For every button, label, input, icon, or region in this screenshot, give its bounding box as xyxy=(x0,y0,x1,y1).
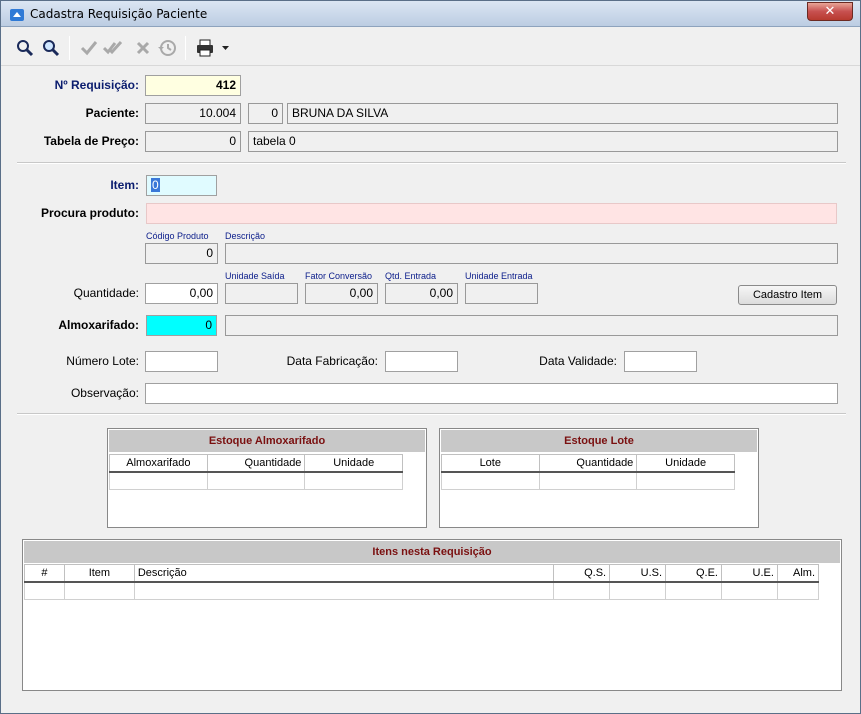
column-header[interactable]: Quantidade xyxy=(206,454,306,473)
window-title: Cadastra Requisição Paciente xyxy=(30,7,208,21)
itens-requisicao-grid[interactable]: # Item Descrição Q.S. U.S. Q.E. U.E. Alm… xyxy=(24,564,820,600)
codigo-caption: Código Produto xyxy=(146,231,209,241)
observacao-field[interactable] xyxy=(145,383,838,404)
tabela-code-field[interactable]: 0 xyxy=(145,131,241,152)
dropdown-icon[interactable] xyxy=(219,38,239,58)
qtd-entrada-caption: Qtd. Entrada xyxy=(385,271,437,281)
toolbar xyxy=(1,28,860,66)
itens-requisicao-panel: Itens nesta Requisição # Item Descrição … xyxy=(22,539,842,691)
column-header[interactable]: Quantidade xyxy=(538,454,638,473)
paciente-code-field[interactable]: 10.004 xyxy=(145,103,241,124)
almoxarifado-name-field[interactable] xyxy=(225,315,838,336)
requisicao-field[interactable]: 412 xyxy=(145,75,241,96)
divider xyxy=(17,413,846,415)
procura-field[interactable] xyxy=(146,203,837,224)
paciente-label: Paciente: xyxy=(85,106,139,120)
printer-icon[interactable] xyxy=(195,38,215,58)
column-header[interactable]: Lote xyxy=(441,454,540,473)
cancel-icon[interactable] xyxy=(133,38,153,58)
item-value: 0 xyxy=(151,178,160,192)
item-field[interactable]: 0 xyxy=(146,175,217,196)
paciente-name-field[interactable]: BRUNA DA SILVA xyxy=(287,103,838,124)
unidade-entrada-caption: Unidade Entrada xyxy=(465,271,533,281)
lote-field[interactable] xyxy=(145,351,218,372)
column-header[interactable]: Unidade xyxy=(304,454,403,473)
column-header[interactable]: Item xyxy=(63,564,135,583)
column-header[interactable]: Q.E. xyxy=(665,564,722,583)
table-row[interactable] xyxy=(441,471,735,490)
main-window: Cadastra Requisição Paciente ✕ Nº Requis… xyxy=(0,0,861,714)
item-label: Item: xyxy=(110,178,139,192)
paciente-seq-field[interactable]: 0 xyxy=(248,103,283,124)
descricao-field[interactable] xyxy=(225,243,838,264)
toolbar-separator xyxy=(69,36,70,60)
fabricacao-field[interactable] xyxy=(385,351,458,372)
tabela-label: Tabela de Preço: xyxy=(43,134,139,148)
estoque-almoxarifado-title: Estoque Almoxarifado xyxy=(109,430,425,452)
quantidade-field[interactable]: 0,00 xyxy=(145,283,218,304)
descricao-caption: Descrição xyxy=(225,231,266,241)
estoque-lote-title: Estoque Lote xyxy=(441,430,757,452)
procura-label: Procura produto: xyxy=(41,206,139,220)
fabricacao-label: Data Fabricação: xyxy=(286,354,378,368)
validade-field[interactable] xyxy=(624,351,697,372)
estoque-almoxarifado-grid[interactable]: Almoxarifado Quantidade Unidade xyxy=(109,454,403,490)
column-header[interactable]: Descrição xyxy=(133,564,555,583)
column-header[interactable]: U.E. xyxy=(721,564,778,583)
history-icon[interactable] xyxy=(157,38,177,58)
table-row[interactable] xyxy=(24,581,820,600)
column-header[interactable]: Unidade xyxy=(636,454,735,473)
unidade-saida-caption: Unidade Saída xyxy=(225,271,285,281)
estoque-lote-panel: Estoque Lote Lote Quantidade Unidade xyxy=(439,428,759,528)
toolbar-separator xyxy=(185,36,186,60)
almoxarifado-label: Almoxarifado: xyxy=(58,318,139,332)
column-header[interactable]: U.S. xyxy=(609,564,667,583)
lote-label: Número Lote: xyxy=(66,354,139,368)
estoque-almoxarifado-panel: Estoque Almoxarifado Almoxarifado Quanti… xyxy=(107,428,427,528)
almoxarifado-code-field[interactable]: 0 xyxy=(146,315,217,336)
table-row[interactable] xyxy=(109,471,403,490)
column-header[interactable]: Alm. xyxy=(776,564,820,583)
unidade-entrada-field[interactable] xyxy=(465,283,538,304)
fator-caption: Fator Conversão xyxy=(305,271,373,281)
codigo-field[interactable]: 0 xyxy=(145,243,218,264)
check-icon[interactable] xyxy=(79,38,99,58)
title-bar[interactable]: Cadastra Requisição Paciente ✕ xyxy=(1,1,860,27)
column-header[interactable]: # xyxy=(24,564,65,583)
check-double-icon[interactable] xyxy=(103,38,123,58)
close-button[interactable]: ✕ xyxy=(807,2,853,21)
app-icon xyxy=(10,9,24,21)
estoque-lote-grid[interactable]: Lote Quantidade Unidade xyxy=(441,454,735,490)
observacao-label: Observação: xyxy=(70,386,139,400)
validade-label: Data Validade: xyxy=(539,354,617,368)
search-icon[interactable] xyxy=(15,38,35,58)
requisicao-label: Nº Requisição: xyxy=(54,78,139,92)
column-header[interactable]: Almoxarifado xyxy=(109,454,208,473)
search-plus-icon[interactable] xyxy=(41,38,61,58)
fator-field[interactable]: 0,00 xyxy=(305,283,378,304)
column-header[interactable]: Q.S. xyxy=(553,564,611,583)
qtd-entrada-field[interactable]: 0,00 xyxy=(385,283,458,304)
tabela-name-field[interactable]: tabela 0 xyxy=(248,131,838,152)
itens-requisicao-title: Itens nesta Requisição xyxy=(24,541,840,563)
cadastro-item-button[interactable]: Cadastro Item xyxy=(738,285,837,305)
quantidade-label: Quantidade: xyxy=(73,286,139,300)
unidade-saida-field[interactable] xyxy=(225,283,298,304)
divider xyxy=(17,162,846,164)
